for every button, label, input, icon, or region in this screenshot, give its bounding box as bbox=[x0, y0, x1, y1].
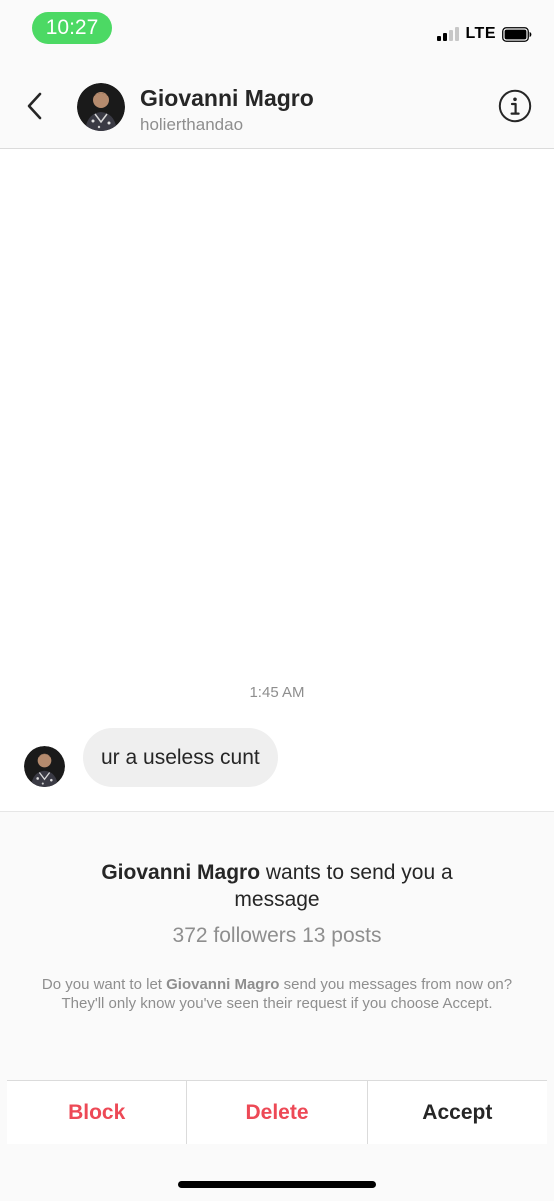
status-bar: 10:27 LTE bbox=[0, 0, 554, 60]
status-indicators: LTE bbox=[437, 22, 532, 46]
avatar[interactable] bbox=[77, 83, 125, 131]
conversation-header: Giovanni Magro holierthandao bbox=[0, 60, 554, 149]
request-description: Do you want to let Giovanni Magro send y… bbox=[40, 975, 514, 1013]
header-name[interactable]: Giovanni Magro bbox=[140, 85, 314, 112]
message-avatar[interactable] bbox=[24, 746, 65, 787]
request-action-bar: Block Delete Accept bbox=[7, 1080, 547, 1144]
request-title: Giovanni Magro wants to send you a messa… bbox=[60, 859, 494, 913]
status-time: 10:27 bbox=[32, 12, 112, 44]
block-button[interactable]: Block bbox=[7, 1081, 186, 1144]
request-stats: 372 followers 13 posts bbox=[172, 924, 382, 947]
request-title-name: Giovanni Magro bbox=[101, 861, 261, 884]
battery-icon bbox=[502, 26, 532, 42]
chevron-left-icon[interactable] bbox=[20, 88, 50, 124]
header-username[interactable]: holierthandao bbox=[140, 115, 243, 135]
home-indicator[interactable] bbox=[178, 1181, 376, 1188]
request-title-text: wants to send you a message bbox=[234, 861, 453, 911]
accept-button[interactable]: Accept bbox=[366, 1081, 547, 1144]
info-icon[interactable] bbox=[498, 89, 532, 123]
network-label: LTE bbox=[465, 25, 496, 42]
message-bubble[interactable]: ur a useless cunt bbox=[83, 728, 278, 787]
delete-button[interactable]: Delete bbox=[186, 1081, 366, 1144]
signal-bars-icon bbox=[437, 27, 460, 41]
request-desc-prefix: Do you want to let bbox=[41, 976, 167, 993]
message-timestamp: 1:45 AM bbox=[249, 684, 305, 701]
message-request-panel: Giovanni Magro wants to send you a messa… bbox=[0, 811, 554, 1201]
request-desc-name: Giovanni Magro bbox=[166, 976, 280, 993]
